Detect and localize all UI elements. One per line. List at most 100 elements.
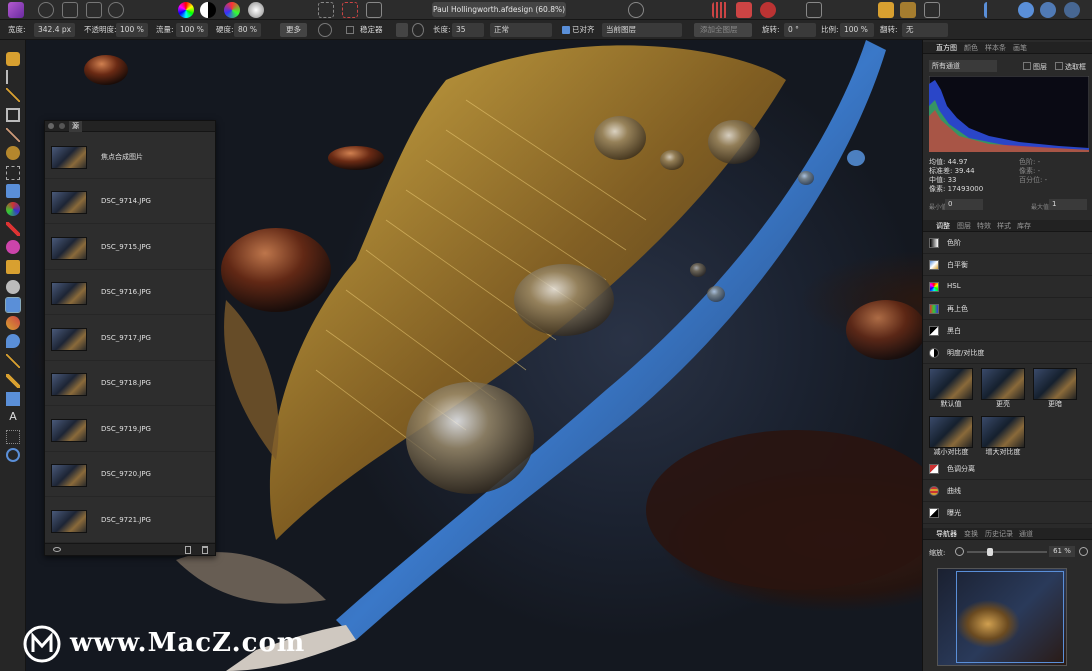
hardness-field[interactable]: 80 % bbox=[234, 23, 262, 37]
zoom-field[interactable]: 61 % bbox=[1049, 546, 1075, 557]
preset-less-contrast[interactable] bbox=[929, 416, 973, 448]
erase-tool-icon[interactable] bbox=[6, 260, 20, 274]
zoom-out-icon[interactable] bbox=[955, 547, 964, 556]
grid-icon[interactable] bbox=[712, 2, 728, 18]
adjust-curves[interactable]: 曲线 bbox=[923, 480, 1092, 502]
arrange-icon[interactable] bbox=[878, 2, 894, 18]
source-item[interactable]: DSC_9720.JPG bbox=[45, 452, 215, 497]
shape-tool-icon[interactable] bbox=[6, 392, 20, 406]
opacity-field[interactable]: 100 % bbox=[116, 23, 148, 37]
paint-brush-tool-icon[interactable] bbox=[6, 222, 20, 236]
tab-stock[interactable]: 库存 bbox=[1017, 221, 1031, 231]
source-select[interactable]: 当前图层 bbox=[602, 23, 682, 37]
contrast-icon[interactable] bbox=[200, 2, 216, 18]
tab-navigator[interactable]: 导航器 bbox=[936, 529, 957, 539]
tab-adjustments[interactable]: 调整 bbox=[936, 221, 950, 231]
document-title[interactable]: Paul Hollingworth.afdesign (60.8%) bbox=[432, 2, 566, 17]
selection-rect-icon[interactable] bbox=[318, 2, 334, 18]
preset-brighter[interactable] bbox=[981, 368, 1025, 400]
smudge-tool-icon[interactable] bbox=[6, 354, 20, 368]
max-field[interactable]: 1 bbox=[1049, 199, 1087, 210]
marquee-tool-icon[interactable] bbox=[6, 166, 20, 180]
flip-select[interactable]: 无 bbox=[902, 23, 948, 37]
blur-tool-icon[interactable] bbox=[6, 334, 20, 348]
quick-mask-icon[interactable] bbox=[628, 2, 644, 18]
saturation-icon[interactable] bbox=[224, 2, 240, 18]
pen-tool-icon[interactable] bbox=[6, 374, 20, 388]
source-item[interactable]: DSC_9714.JPG bbox=[45, 179, 215, 224]
more-button[interactable]: 更多 bbox=[280, 23, 307, 37]
text-tool-icon[interactable]: A bbox=[6, 410, 20, 424]
navigator-preview[interactable] bbox=[937, 568, 1067, 666]
sources-tab[interactable]: 源 bbox=[69, 121, 82, 132]
align-icon[interactable] bbox=[984, 2, 1000, 18]
healing-tool-icon[interactable] bbox=[6, 316, 20, 330]
transform-icon[interactable] bbox=[924, 2, 940, 18]
tab-histogram[interactable]: 直方图 bbox=[936, 43, 957, 53]
flow-field[interactable]: 100 % bbox=[176, 23, 208, 37]
source-item[interactable]: DSC_9719.JPG bbox=[45, 407, 215, 452]
add-all-layers-button[interactable]: 添加全图层 bbox=[694, 23, 752, 37]
source-item[interactable]: 焦点合成图片 bbox=[45, 134, 215, 179]
white-balance-icon[interactable] bbox=[248, 2, 264, 18]
min-field[interactable]: 0 bbox=[945, 199, 983, 210]
scale-field[interactable]: 100 % bbox=[840, 23, 874, 37]
adjust-brightness-contrast[interactable]: 明度/对比度 bbox=[923, 342, 1092, 364]
boolean2-icon[interactable] bbox=[1040, 2, 1056, 18]
layer-checkbox[interactable] bbox=[1023, 62, 1031, 70]
tab-layers[interactable]: 图层 bbox=[957, 221, 971, 231]
eye-icon[interactable] bbox=[53, 547, 61, 552]
stabilizer-checkbox[interactable] bbox=[346, 26, 354, 34]
rope-mode-icon[interactable] bbox=[396, 23, 408, 37]
tab-swatches[interactable]: 样本条 bbox=[985, 43, 1006, 53]
boolean-icon[interactable] bbox=[1018, 2, 1034, 18]
preset-more-contrast[interactable] bbox=[981, 416, 1025, 448]
preset-default[interactable] bbox=[929, 368, 973, 400]
tab-styles[interactable]: 样式 bbox=[997, 221, 1011, 231]
view-toggle-icon[interactable] bbox=[736, 2, 752, 18]
blend-mode-select[interactable]: 正常 bbox=[490, 23, 552, 37]
collapse-icon[interactable] bbox=[59, 123, 65, 129]
color-picker-tool-icon[interactable] bbox=[6, 88, 20, 102]
tab-channels[interactable]: 通道 bbox=[1019, 529, 1033, 539]
aligned-checkbox[interactable] bbox=[562, 26, 570, 34]
zoom-slider-handle[interactable] bbox=[987, 548, 993, 556]
length-field[interactable]: 35 bbox=[452, 23, 484, 37]
zoom-in-icon[interactable] bbox=[1079, 547, 1088, 556]
tab-brushes[interactable]: 画笔 bbox=[1013, 43, 1027, 53]
adjust-exposure[interactable]: 曝光 bbox=[923, 502, 1092, 524]
selection-brush-tool-icon[interactable] bbox=[6, 128, 20, 142]
dodge-tool-icon[interactable] bbox=[6, 280, 20, 294]
pixel-tool-icon[interactable] bbox=[6, 240, 20, 254]
color-wheel-icon[interactable] bbox=[178, 2, 194, 18]
source-item[interactable]: DSC_9721.JPG bbox=[45, 498, 215, 543]
tab-color[interactable]: 颜色 bbox=[964, 43, 978, 53]
persona-develop-icon[interactable] bbox=[86, 2, 102, 18]
selection-checkbox[interactable] bbox=[1055, 62, 1063, 70]
export-icon[interactable] bbox=[806, 2, 822, 18]
adjust-levels[interactable]: 色阶 bbox=[923, 232, 1092, 254]
channel-select[interactable]: 所有通道 bbox=[929, 60, 997, 72]
hand-tool-icon[interactable] bbox=[6, 52, 20, 66]
gradient-tool-icon[interactable] bbox=[6, 202, 20, 216]
crop-tool-icon[interactable] bbox=[6, 108, 20, 122]
tab-transform[interactable]: 变换 bbox=[964, 529, 978, 539]
source-item[interactable]: DSC_9716.JPG bbox=[45, 270, 215, 315]
app-logo-icon[interactable] bbox=[8, 2, 24, 18]
flood-fill-tool-icon[interactable] bbox=[6, 184, 20, 198]
arrange-back-icon[interactable] bbox=[900, 2, 916, 18]
mesh-warp-tool-icon[interactable] bbox=[6, 430, 20, 444]
source-item[interactable]: DSC_9717.JPG bbox=[45, 316, 215, 361]
flood-select-tool-icon[interactable] bbox=[6, 146, 20, 160]
source-item[interactable]: DSC_9718.JPG bbox=[45, 361, 215, 406]
clone-tool-icon[interactable] bbox=[5, 297, 21, 313]
preset-darker[interactable] bbox=[1033, 368, 1077, 400]
brush-preview-icon[interactable] bbox=[318, 23, 332, 37]
adjust-black-white[interactable]: 黑白 bbox=[923, 320, 1092, 342]
add-source-icon[interactable] bbox=[185, 546, 191, 554]
selection-clear-icon[interactable] bbox=[342, 2, 358, 18]
zoom-tool-icon[interactable] bbox=[6, 448, 20, 462]
width-field[interactable]: 342.4 px bbox=[34, 23, 76, 37]
adjust-posterize[interactable]: 色调分离 bbox=[923, 458, 1092, 480]
persona-photo-icon[interactable] bbox=[38, 2, 54, 18]
